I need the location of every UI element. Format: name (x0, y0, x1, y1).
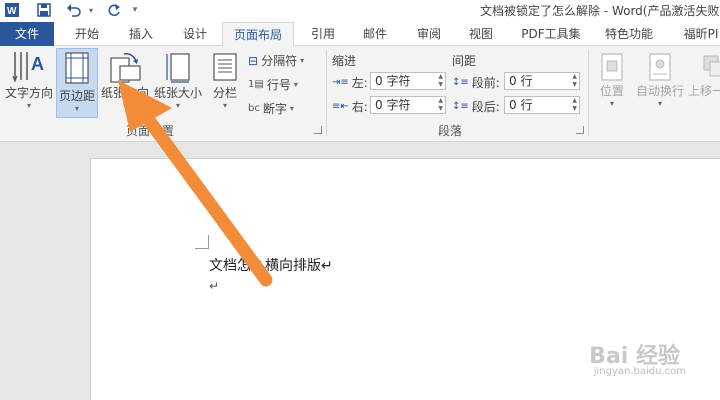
chevron-down-icon: ▾ (175, 101, 180, 110)
tab-file[interactable]: 文件 (0, 22, 54, 46)
tab-references[interactable]: 引用 (300, 22, 346, 46)
chevron-down-icon: ▾ (122, 101, 127, 110)
spinner-arrows-icon[interactable]: ▲ ▼ (572, 97, 577, 113)
bring-forward-button[interactable]: 上移一 (688, 52, 720, 114)
text-direction-label: 文字方向 (4, 86, 53, 100)
svg-text:A: A (31, 54, 44, 74)
indent-right-icon: ≡⇤ (332, 101, 349, 112)
position-label: 位置 (599, 84, 624, 98)
hyphenation-label: 断字 (262, 102, 287, 116)
page-setup-group-label: 页面设置 (126, 124, 175, 138)
line-numbers-label: 行号 (266, 78, 291, 92)
columns-icon (213, 53, 237, 81)
tab-pdf-tools[interactable]: PDF工具集 (514, 22, 588, 46)
hyphenation-icon: bc (248, 103, 260, 114)
spinner-arrows-icon[interactable]: ▲ ▼ (438, 97, 443, 113)
page-setup-launcher-icon[interactable] (314, 126, 322, 134)
chevron-down-icon: ▾ (293, 80, 298, 89)
ribbon: A 文字方向 ▾ 页边距 ▾ 纸张方向 ▾ 纸张大小 ▾ 分栏 ▾ ⊟ 分隔符 … (0, 46, 720, 142)
orientation-icon (110, 53, 141, 83)
tab-view[interactable]: 视图 (458, 22, 504, 46)
paragraph-group-label: 段落 (438, 124, 463, 138)
indent-right-label: ≡⇤ 右: (332, 100, 368, 114)
line-numbers-button[interactable]: 1▤ 行号 ▾ (248, 76, 298, 93)
indent-left-label: ⇥≡ 左: (332, 76, 368, 90)
breaks-button[interactable]: ⊟ 分隔符 ▾ (248, 52, 304, 69)
svg-text:W: W (7, 6, 17, 17)
chevron-down-icon: ▾ (74, 104, 79, 113)
tab-design[interactable]: 设计 (172, 22, 218, 46)
chevron-down-icon: ▾ (289, 104, 294, 113)
spinner-arrows-icon[interactable]: ▲ ▼ (572, 73, 577, 89)
undo-icon[interactable] (64, 2, 84, 18)
margins-button[interactable]: 页边距 ▾ (56, 48, 98, 118)
paper-size-icon (166, 53, 190, 83)
spacing-before-input[interactable]: 0 行 ▲ ▼ (504, 72, 580, 90)
margins-icon (65, 52, 89, 84)
indent-right-input[interactable]: 0 字符 ▲ ▼ (370, 96, 446, 114)
wrap-text-label: 自动换行 (635, 84, 684, 98)
spinner-arrows-icon[interactable]: ▲ ▼ (438, 73, 443, 89)
tab-page-layout[interactable]: 页面布局 (222, 22, 294, 47)
size-button[interactable]: 纸张大小 ▾ (152, 50, 204, 116)
window-title: 文档被锁定了怎么解除 - Word(产品激活失败 (480, 4, 720, 18)
spacing-after-label: ↕≡ 段后: (452, 100, 500, 114)
paragraph-launcher-icon[interactable] (576, 126, 584, 134)
watermark-url: jingyan.baidu.com (593, 366, 686, 377)
spacing-after-input[interactable]: 0 行 ▲ ▼ (504, 96, 580, 114)
paragraph-mark[interactable]: ↵ (209, 279, 219, 293)
position-icon (601, 53, 623, 81)
indent-left-icon: ⇥≡ (332, 77, 349, 88)
bring-forward-icon (703, 55, 720, 77)
margins-label: 页边距 (58, 89, 95, 103)
chevron-down-icon: ▾ (609, 99, 614, 108)
ribbon-tabs: 文件 开始 插入 设计 页面布局 引用 邮件 审阅 视图 PDF工具集 特色功能… (0, 22, 720, 47)
spacing-title: 间距 (452, 54, 477, 68)
tab-foxit[interactable]: 福昕PI (676, 22, 720, 46)
columns-button[interactable]: 分栏 ▾ (208, 50, 242, 116)
group-separator (588, 50, 589, 136)
indent-left-input[interactable]: 0 字符 ▲ ▼ (370, 72, 446, 90)
line-numbers-icon: 1▤ (248, 79, 264, 90)
spacing-before-label: ↕≡ 段前: (452, 76, 500, 90)
chevron-down-icon: ▾ (222, 101, 227, 110)
save-icon[interactable] (36, 2, 52, 18)
spacing-after-icon: ↕≡ (452, 101, 469, 112)
orientation-button[interactable]: 纸张方向 ▾ (100, 50, 150, 116)
spacing-before-icon: ↕≡ (452, 77, 469, 88)
tab-insert[interactable]: 插入 (118, 22, 164, 46)
columns-label: 分栏 (212, 86, 237, 100)
tab-mailings[interactable]: 邮件 (352, 22, 398, 46)
breaks-label: 分隔符 (261, 54, 298, 68)
group-separator (326, 50, 327, 136)
crop-mark (195, 235, 209, 249)
hyphenation-button[interactable]: bc 断字 ▾ (248, 100, 294, 117)
tab-features[interactable]: 特色功能 (596, 22, 662, 46)
text-direction-button[interactable]: A 文字方向 ▾ (4, 50, 54, 116)
title-bar: W ▾ ▾ 文档被锁定了怎么解除 - Word(产品激活失败 (0, 0, 720, 20)
text-direction-icon: A (12, 52, 44, 83)
position-button[interactable]: 位置 ▾ (594, 52, 630, 114)
tab-review[interactable]: 审阅 (406, 22, 452, 46)
size-label: 纸张大小 (153, 86, 202, 100)
customize-icon[interactable]: ▾ (130, 2, 140, 18)
bring-forward-label: 上移一 (688, 84, 720, 98)
word-icon[interactable]: W (4, 2, 20, 18)
tab-home[interactable]: 开始 (64, 22, 110, 46)
page-break-icon: ⊟ (248, 53, 259, 68)
chevron-down-icon: ▾ (657, 99, 662, 108)
chevron-down-icon: ▾ (26, 101, 31, 110)
wrap-text-button[interactable]: 自动换行 ▾ (634, 52, 686, 114)
wrap-text-icon (649, 53, 671, 81)
undo-dropdown-icon[interactable]: ▾ (86, 2, 96, 18)
redo-icon[interactable] (106, 2, 122, 18)
orientation-label: 纸张方向 (100, 86, 149, 100)
document-text-line[interactable]: 文档怎么横向排版↵ (209, 255, 333, 275)
chevron-down-icon: ▾ (300, 56, 305, 65)
indent-title: 缩进 (332, 54, 357, 68)
